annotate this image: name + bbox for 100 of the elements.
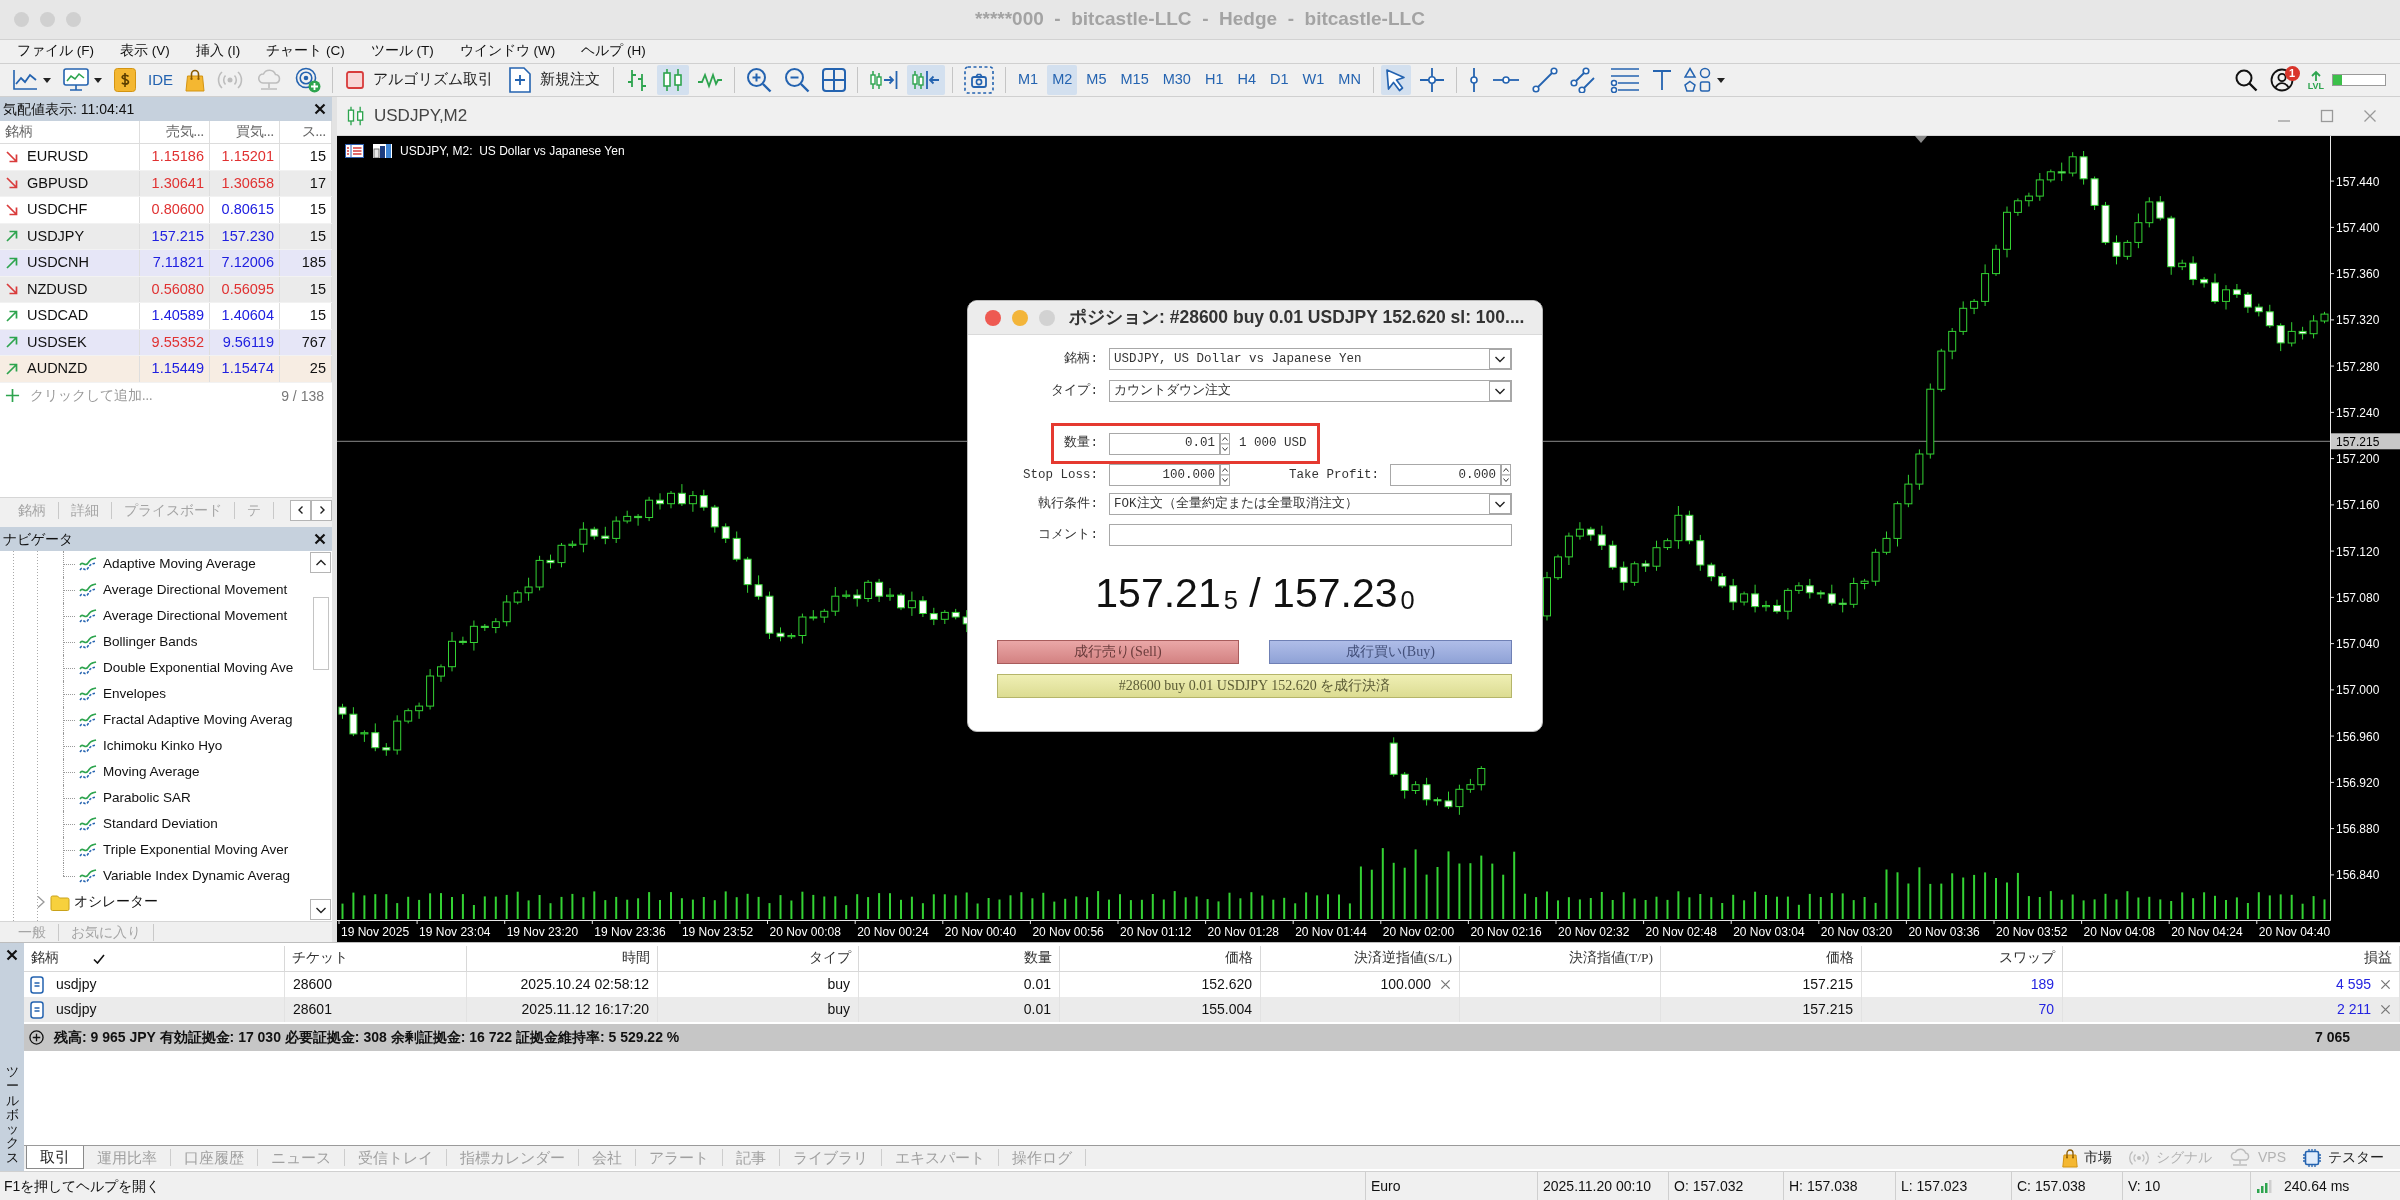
tree-item[interactable]: Fractal Adaptive Moving Averag [103,711,293,729]
timeframe-button[interactable]: M5 [1081,65,1112,95]
column-header[interactable]: 決済逆指値(S/L) [1353,950,1452,967]
column-header[interactable]: ス... [301,123,326,141]
timeframe-button[interactable]: H1 [1199,65,1229,95]
tree-item[interactable]: Parabolic SAR [103,789,191,807]
column-header[interactable]: チケット [292,950,348,967]
tree-item[interactable]: Average Directional Movement [103,607,288,625]
sell-button[interactable]: 成行売り(Sell) [997,640,1239,664]
menu-item[interactable]: 表示 (V) [107,40,183,63]
timeframe-button[interactable]: D1 [1265,65,1294,95]
buy-button[interactable]: 成行買い(Buy) [1269,640,1512,664]
close-icon[interactable] [314,533,326,545]
chart-shift-button[interactable] [907,65,945,95]
scroll-right-button[interactable] [311,499,332,521]
stepper-icon[interactable] [1501,464,1511,486]
fill-policy-select[interactable]: FOK注文（全量約定または全量取消注文） [1109,493,1512,515]
column-header[interactable]: 時間 [622,950,650,967]
symbol-select[interactable]: USDJPY, US Dollar vs Japanese Yen [1109,348,1512,370]
column-header[interactable]: 数量 [1024,950,1052,967]
column-header[interactable]: 損益 [2364,950,2392,967]
tree-item[interactable]: Average Directional Movement [103,581,288,599]
candlestick-button[interactable] [657,65,689,95]
tree-item[interactable]: Variable Index Dynamic Averag [103,867,291,885]
timeframe-button[interactable]: W1 [1297,65,1330,95]
timeframe-button[interactable]: H4 [1232,65,1261,95]
cursor-button[interactable] [1380,65,1411,95]
quote-row[interactable]: EURUSD 1.15186 1.15201 15 [0,144,332,171]
quote-row[interactable]: USDCAD 1.40589 1.40604 15 [0,303,332,330]
bid-price: 9.55352 [151,333,204,351]
scroll-up-button[interactable] [310,552,331,573]
service-button[interactable]: 市場 [2062,1147,2112,1168]
volume-note: 1 000 USD [1239,436,1307,451]
menu-item[interactable]: チャート (C) [253,40,358,63]
stop-loss-field[interactable]: 100.000 [1109,464,1220,486]
tree-item[interactable]: Standard Deviation [103,815,218,833]
column-header[interactable]: タイプ [809,950,851,967]
column-header[interactable]: 銘柄 [31,950,59,967]
expand-icon[interactable] [29,1030,44,1045]
timeframe-button[interactable]: M30 [1157,65,1196,95]
menu-item[interactable]: ウインドウ (W) [446,40,569,63]
close-icon[interactable] [6,949,18,961]
indicator-icon [79,713,97,727]
tree-item[interactable]: Moving Average [103,763,200,781]
column-header[interactable]: 価格 [1225,950,1253,967]
ide-button[interactable]: IDE [144,65,177,95]
tree-item[interactable]: Triple Exponential Moving Aver [103,841,289,859]
quote-row[interactable]: USDCHF 0.80600 0.80615 15 [0,197,332,224]
close-icon[interactable] [314,103,326,115]
column-header[interactable]: 価格 [1826,950,1854,967]
tree-item[interactable]: オシレーター [74,893,158,911]
stepper-icon[interactable] [1220,464,1230,486]
comment-field[interactable] [1109,524,1512,546]
menu-item[interactable]: ツール (T) [357,40,447,63]
timeframe-button[interactable]: M2 [1047,65,1078,95]
maximize-icon[interactable] [2320,109,2334,123]
menu-item[interactable]: ヘルプ (H) [568,40,659,63]
scroll-thumb[interactable] [312,597,329,670]
tree-item[interactable]: Adaptive Moving Average [103,555,256,573]
quote-row[interactable]: GBPUSD 1.30641 1.30658 17 [0,170,332,197]
quote-row[interactable]: NZDUSD 0.56080 0.56095 15 [0,276,332,303]
menu-item[interactable]: ファイル (F) [4,40,107,63]
quote-row[interactable]: USDCNH 7.11821 7.12006 185 [0,250,332,277]
volume-field[interactable]: 0.01 [1109,432,1220,455]
new-order-button[interactable]: 新規注文 [503,65,606,95]
position-row[interactable]: usdjpy 28601 2025.11.12 16:17:20 buy 0.01 155.004 157.215 70 2 211 [24,997,2400,1022]
candle [1849,577,1858,609]
quote-row[interactable]: USDJPY 157.215 157.230 15 [0,223,332,250]
tree-item[interactable]: Ichimoku Kinko Hyo [103,737,223,755]
candle [699,489,708,512]
timeframe-button[interactable]: M1 [1013,65,1044,95]
column-header[interactable]: 銘柄 [5,123,33,141]
table-cell: 28600 [293,976,332,993]
column-header[interactable]: 買気... [235,123,274,141]
dialog-close-button[interactable] [985,309,1001,326]
column-header[interactable]: スワップ [1999,950,2055,967]
timeframe-button[interactable]: M15 [1115,65,1154,95]
scroll-down-button[interactable] [310,899,331,920]
indicator-icon [79,765,97,779]
tree-item[interactable]: Bollinger Bands [103,633,198,651]
quote-row[interactable]: AUDNZD 1.15449 1.15474 25 [0,356,332,383]
candle [754,574,763,601]
column-header[interactable]: 決済指値(T/P) [1568,950,1653,967]
tree-item[interactable]: Double Exponential Moving Ave [103,659,294,677]
timeframe-button[interactable]: MN [1333,65,1366,95]
scroll-left-button[interactable] [290,499,311,521]
candle [1838,598,1847,613]
account-button[interactable]: 1 [2265,65,2300,95]
menu-item[interactable]: 挿入 (I) [182,40,254,63]
service-button[interactable]: テスター [2302,1147,2384,1168]
order-type-select[interactable]: カウントダウン注文 [1109,380,1512,402]
quote-row[interactable]: USDSEK 9.55352 9.56119 767 [0,329,332,356]
tree-item[interactable]: Envelopes [103,685,167,703]
algo-trading-button[interactable]: アルゴリズム取引 [340,65,499,95]
caret-right-icon[interactable] [36,895,46,909]
column-header[interactable]: 売気... [165,123,204,141]
tab[interactable]: 取引 [26,1146,84,1169]
stepper-icon[interactable] [1220,432,1230,455]
close-position-button[interactable]: #28600 buy 0.01 USDJPY 152.620 を成行決済 [997,674,1512,698]
take-profit-field[interactable]: 0.000 [1390,464,1501,486]
